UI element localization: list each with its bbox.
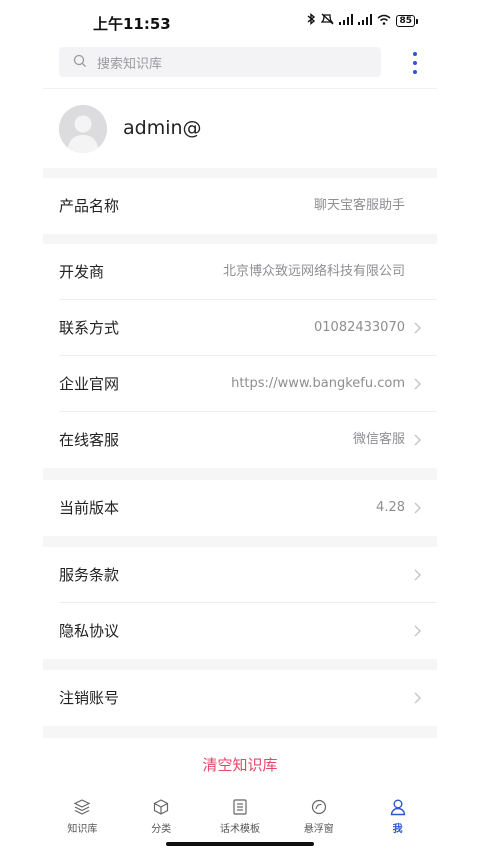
- row-label: 产品名称: [59, 197, 120, 215]
- signal-2-icon: [358, 13, 373, 28]
- row-online-service[interactable]: 在线客服 微信客服: [43, 412, 437, 468]
- list-doc-icon: [233, 799, 247, 815]
- row-product-name: 产品名称 聊天宝客服助手: [43, 178, 437, 234]
- row-label: 联系方式: [59, 319, 120, 337]
- avatar: [59, 105, 107, 153]
- more-vertical-icon[interactable]: [411, 52, 419, 74]
- home-indicator: [166, 842, 314, 846]
- status-bar: 上午11:53 85: [43, 0, 437, 44]
- row-delete-account[interactable]: 注销账号: [43, 670, 437, 726]
- chevron-right-icon: [414, 625, 421, 637]
- chevron-right-icon: [414, 322, 421, 334]
- row-label: 注销账号: [59, 689, 120, 707]
- status-time: 上午11:53: [93, 15, 171, 33]
- row-label: 在线客服: [59, 431, 120, 449]
- chevron-right-icon: [414, 434, 421, 446]
- background-strip: [437, 0, 480, 854]
- chevron-right-icon: [414, 378, 421, 390]
- tab-label: 话术模板: [219, 824, 260, 835]
- search-bar: 搜索知识库: [43, 44, 437, 88]
- tab-me[interactable]: 我: [358, 792, 437, 854]
- default-avatar-icon: [59, 105, 107, 153]
- row-value: 4.28: [376, 500, 405, 515]
- float-window-icon: [311, 799, 326, 815]
- app-screen: 上午11:53 85 搜索知识库 admin@ 产品名称 聊天宝客服助手 开发商…: [43, 0, 437, 854]
- mute-icon: [320, 13, 335, 28]
- wifi-icon: [377, 14, 391, 28]
- row-label: 开发商: [59, 263, 105, 281]
- clear-knowledge-base-button[interactable]: 清空知识库: [43, 738, 437, 792]
- search-icon: [73, 53, 87, 72]
- profile-card[interactable]: admin@: [43, 88, 437, 168]
- row-developer: 开发商 北京博众致远网络科技有限公司: [43, 244, 437, 300]
- bluetooth-icon: [307, 13, 316, 28]
- row-contact[interactable]: 联系方式 01082433070: [43, 300, 437, 356]
- row-label: 服务条款: [59, 566, 120, 584]
- tab-label: 我: [392, 824, 403, 835]
- battery-icon: 85: [396, 14, 418, 27]
- tab-knowledge-base[interactable]: 知识库: [43, 792, 122, 854]
- chevron-right-icon: [414, 692, 421, 704]
- chevron-right-icon: [414, 569, 421, 581]
- row-value: 微信客服: [352, 432, 405, 447]
- layers-icon: [74, 799, 91, 815]
- search-input[interactable]: 搜索知识库: [59, 47, 381, 77]
- username: admin@: [123, 117, 202, 139]
- row-label: 隐私协议: [59, 622, 120, 640]
- row-label: 当前版本: [59, 499, 120, 517]
- user-icon: [390, 799, 405, 816]
- tab-label: 知识库: [67, 824, 98, 835]
- row-label: 企业官网: [59, 375, 120, 393]
- row-value: 聊天宝客服助手: [313, 198, 405, 213]
- status-icons: 85: [307, 13, 418, 28]
- chevron-right-icon: [414, 502, 421, 514]
- row-website[interactable]: 企业官网 https://www.bangkefu.com: [43, 356, 437, 412]
- search-placeholder: 搜索知识库: [97, 56, 163, 72]
- cube-icon: [154, 799, 169, 815]
- signal-1-icon: [339, 13, 354, 28]
- tab-label: 悬浮窗: [303, 824, 334, 835]
- row-value: 01082433070: [314, 320, 405, 335]
- row-privacy[interactable]: 隐私协议: [43, 603, 437, 659]
- row-version[interactable]: 当前版本 4.28: [43, 480, 437, 536]
- row-value: 北京博众致远网络科技有限公司: [222, 264, 405, 279]
- tab-label: 分类: [151, 824, 172, 835]
- row-value: https://www.bangkefu.com: [231, 376, 405, 391]
- row-terms[interactable]: 服务条款: [43, 547, 437, 603]
